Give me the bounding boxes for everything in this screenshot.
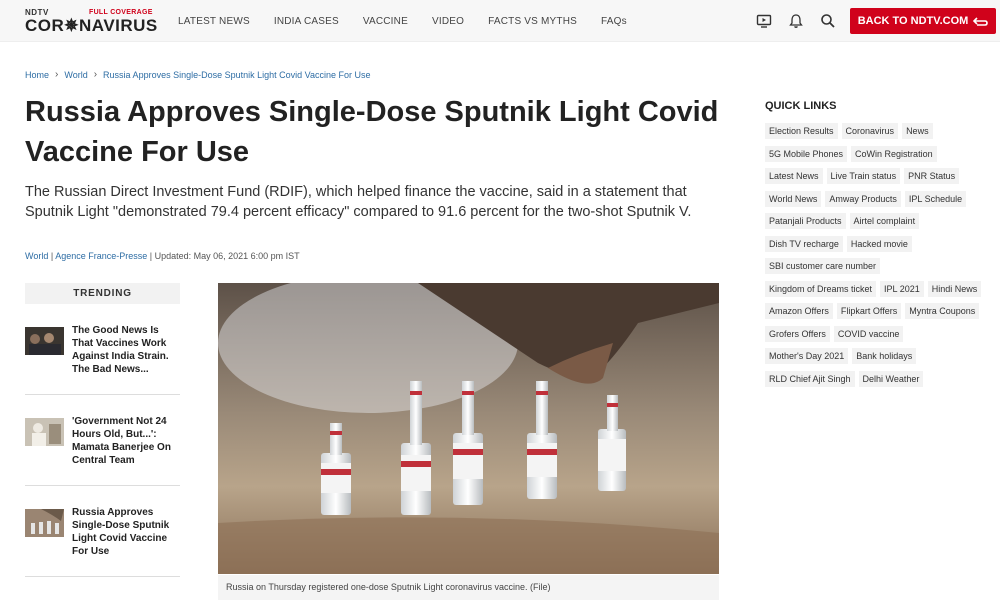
main-nav: LATEST NEWS INDIA CASES VACCINE VIDEO FA… — [178, 0, 651, 42]
meta-updated: Updated: May 06, 2021 6:00 pm IST — [154, 251, 300, 261]
quick-link-tag[interactable]: Latest News — [765, 168, 823, 184]
search-icon[interactable] — [818, 11, 838, 31]
trending-item-title: 'Government Not 24 Hours Old, But...': M… — [72, 416, 171, 466]
bell-icon[interactable] — [786, 11, 806, 31]
quick-link-tag[interactable]: Amazon Offers — [765, 303, 833, 319]
tv-icon[interactable] — [754, 11, 774, 31]
meta-source-link[interactable]: Agence France-Presse — [55, 251, 147, 261]
return-arrow-icon — [973, 17, 989, 26]
article-summary: The Russian Direct Investment Fund (RDIF… — [25, 184, 692, 220]
quick-link-tag[interactable]: Mother's Day 2021 — [765, 348, 849, 364]
trending-item-title: The Good News Is That Vaccines Work Agai… — [72, 325, 169, 375]
quick-links-tags: Election Results Coronavirus News 5G Mobile… — [765, 123, 990, 393]
article-title: Russia Approves Single-Dose Sputnik Ligh… — [25, 96, 719, 168]
logo-full-coverage-text: FULL COVERAGE — [89, 9, 153, 16]
breadcrumb: Home › World › Russia Approves Single-Do… — [25, 69, 371, 80]
trending-item[interactable]: Russia Approves Single-Dose Sputnik Ligh… — [25, 486, 180, 577]
trending-panel: TRENDING The Good News Is That Vaccines … — [25, 283, 180, 577]
back-to-ndtv-button[interactable]: BACK TO NDTV.COM — [850, 8, 996, 34]
quick-link-tag[interactable]: Bank holidays — [852, 348, 917, 364]
quick-link-tag[interactable]: SBI customer care number — [765, 258, 881, 274]
quick-link-tag[interactable]: Coronavirus — [841, 123, 899, 139]
chevron-right-icon: › — [93, 69, 98, 80]
nav-video[interactable]: VIDEO — [432, 16, 464, 27]
quick-link-tag[interactable]: Hindi News — [927, 280, 982, 297]
trending-item-title: Russia Approves Single-Dose Sputnik Ligh… — [72, 507, 170, 557]
back-to-ndtv-label: BACK TO NDTV.COM — [857, 15, 969, 27]
top-navigation-bar: NDTV FULL COVERAGE COR✵NAVIRUS LATEST NE… — [0, 0, 1000, 42]
quick-link-tag[interactable]: Kingdom of Dreams ticket — [765, 280, 877, 297]
breadcrumb-world[interactable]: World — [64, 70, 87, 80]
coronavirus-logo[interactable]: NDTV FULL COVERAGE COR✵NAVIRUS — [25, 8, 165, 34]
nav-faqs[interactable]: FAQs — [601, 16, 627, 27]
meta-section-link[interactable]: World — [25, 251, 48, 261]
quick-link-tag[interactable]: Patanjali Products — [765, 213, 846, 229]
quick-link-tag[interactable]: Flipkart Offers — [836, 303, 902, 319]
trending-thumbnail — [25, 418, 64, 446]
quick-link-tag[interactable]: CoWin Registration — [851, 145, 937, 162]
trending-item[interactable]: 'Government Not 24 Hours Old, But...': M… — [25, 395, 180, 486]
quick-link-tag[interactable]: PNR Status — [904, 168, 960, 184]
quick-link-tag[interactable]: COVID vaccine — [833, 325, 904, 342]
quick-link-tag[interactable]: News — [902, 123, 933, 139]
breadcrumb-home[interactable]: Home — [25, 70, 49, 80]
hero-image-caption: Russia on Thursday registered one-dose S… — [218, 575, 719, 600]
nav-vaccine[interactable]: VACCINE — [363, 16, 408, 27]
logo-coronavirus-text: COR✵NAVIRUS — [25, 16, 158, 35]
nav-india-cases[interactable]: INDIA CASES — [274, 16, 339, 27]
article-meta: World | Agence France-Presse | Updated: … — [25, 251, 300, 261]
nav-facts-vs-myths[interactable]: FACTS VS MYTHS — [488, 16, 577, 27]
chevron-right-icon: › — [55, 69, 59, 80]
quick-link-tag[interactable]: IPL Schedule — [904, 190, 967, 207]
header-tools: BACK TO NDTV.COM — [754, 0, 1000, 42]
article-hero-image — [218, 283, 719, 574]
quick-link-tag[interactable]: Grofers Offers — [765, 325, 830, 342]
quick-link-tag[interactable]: World News — [765, 190, 822, 207]
quick-link-tag[interactable]: Dish TV recharge — [765, 235, 843, 252]
quick-links-heading: QUICK LINKS — [765, 100, 837, 112]
trending-thumbnail — [25, 327, 64, 355]
quick-link-tag[interactable]: 5G Mobile Phones — [765, 145, 848, 162]
quick-link-tag[interactable]: Delhi Weather — [858, 370, 924, 387]
breadcrumb-current[interactable]: Russia Approves Single-Dose Sputnik Ligh… — [103, 70, 370, 80]
quick-link-tag[interactable]: Amway Products — [825, 190, 901, 207]
nav-latest-news[interactable]: LATEST NEWS — [178, 16, 250, 27]
quick-links-panel: QUICK LINKS Election Results Coronavirus N… — [765, 100, 990, 393]
trending-item[interactable]: The Good News Is That Vaccines Work Agai… — [25, 304, 180, 395]
quick-link-tag[interactable]: Myntra Coupons — [905, 303, 980, 319]
quick-link-tag[interactable]: Live Train status — [826, 168, 901, 184]
quick-link-tag[interactable]: IPL 2021 — [880, 280, 924, 297]
quick-link-tag[interactable]: Airtel complaint — [849, 213, 920, 229]
trending-thumbnail — [25, 509, 64, 537]
trending-heading: TRENDING — [25, 283, 180, 304]
quick-link-tag[interactable]: RLD Chief Ajit Singh — [765, 370, 855, 387]
quick-link-tag[interactable]: Election Results — [765, 123, 838, 139]
quick-link-tag[interactable]: Hacked movie — [846, 235, 912, 252]
